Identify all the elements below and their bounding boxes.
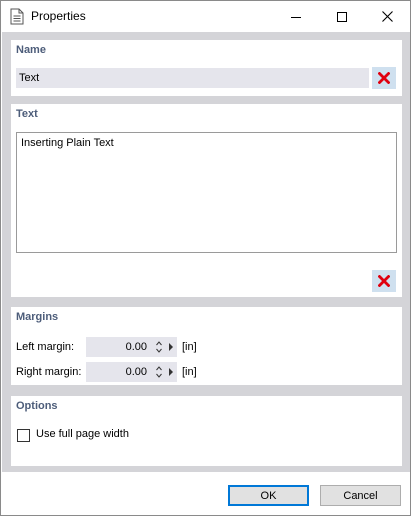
minimize-icon [291, 16, 301, 18]
maximize-button[interactable] [319, 1, 365, 32]
text-section-title: Text [16, 108, 38, 120]
right-margin-unit: [in] [182, 366, 197, 378]
spin-up-down-icon[interactable] [155, 364, 163, 380]
full-page-width-label[interactable]: Use full page width [36, 428, 129, 440]
clear-x-icon [378, 72, 390, 84]
arrow-right-icon[interactable] [168, 343, 174, 351]
margins-panel: Margins Left margin: 0.00 [in] Right mar… [11, 307, 402, 385]
clear-name-button[interactable] [372, 67, 396, 89]
left-margin-unit: [in] [182, 341, 197, 353]
close-icon [381, 11, 393, 22]
ok-button[interactable]: OK [228, 485, 309, 506]
properties-dialog: Properties Name Text Text Inserting Plai… [0, 0, 411, 516]
close-button[interactable] [364, 1, 410, 32]
left-margin-spinner[interactable]: 0.00 [86, 337, 177, 357]
left-margin-value[interactable]: 0.00 [126, 341, 147, 353]
arrow-right-icon[interactable] [168, 368, 174, 376]
dialog-body: Name Text Text Inserting Plain Text Marg… [2, 32, 410, 472]
margins-section-title: Margins [16, 311, 59, 323]
clear-x-icon [378, 275, 390, 287]
options-section-title: Options [16, 400, 58, 412]
title-bar[interactable]: Properties [1, 1, 410, 32]
right-margin-value[interactable]: 0.00 [126, 366, 147, 378]
name-panel: Name Text [11, 40, 402, 96]
right-margin-spinner[interactable]: 0.00 [86, 362, 177, 382]
full-page-width-checkbox[interactable] [17, 429, 30, 442]
dialog-footer: OK Cancel [2, 472, 410, 515]
minimize-button[interactable] [273, 1, 319, 32]
clear-text-button[interactable] [372, 270, 396, 292]
options-panel: Options Use full page width [11, 396, 402, 466]
left-margin-label: Left margin: [16, 341, 75, 353]
maximize-icon [337, 11, 347, 22]
name-section-title: Name [16, 44, 46, 56]
right-margin-label: Right margin: [16, 366, 82, 378]
spin-up-down-icon[interactable] [155, 339, 163, 355]
name-field[interactable]: Text [16, 68, 369, 88]
window-title: Properties [31, 9, 86, 23]
document-icon [10, 8, 24, 25]
text-panel: Text Inserting Plain Text [11, 104, 402, 297]
cancel-button[interactable]: Cancel [320, 485, 401, 506]
text-content-area[interactable]: Inserting Plain Text [16, 132, 397, 253]
